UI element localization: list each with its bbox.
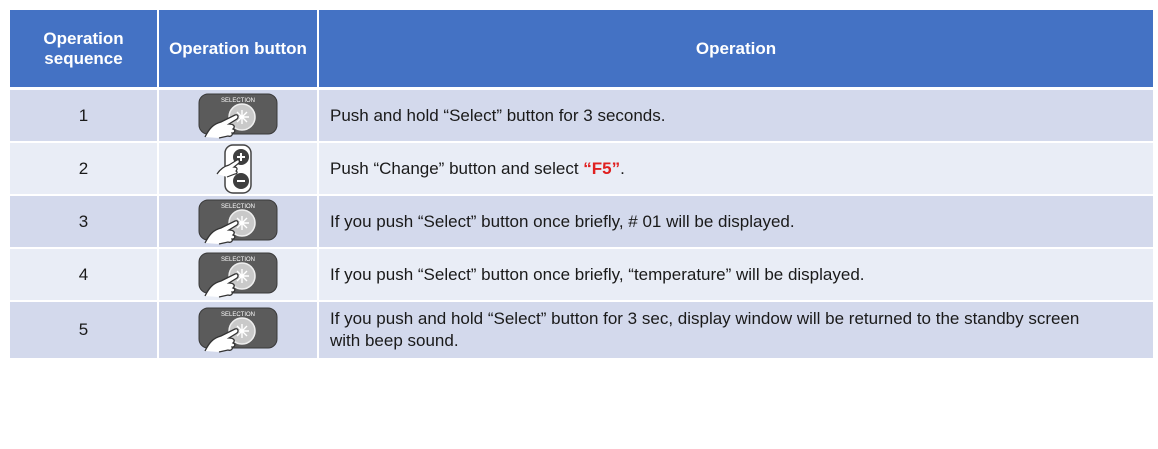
selection-button-icon: SELECTION: [195, 199, 281, 245]
selection-button-icon: SELECTION: [195, 307, 281, 353]
operation-cell: If you push “Select” button once briefly…: [319, 249, 1153, 302]
svg-text:SELECTION: SELECTION: [221, 257, 255, 263]
header-operation-sequence: Operation sequence: [10, 10, 159, 90]
button-cell: SELECTION: [159, 90, 319, 143]
table-row: 2 Push “Change” button and select “F5”.: [10, 143, 1153, 196]
change-plus-minus-button-icon: [215, 143, 261, 194]
table-row: 1 SELECTION Push and hold “Select” butto…: [10, 90, 1153, 143]
sequence-cell: 5: [10, 302, 159, 358]
table-row: 4 SELECTION If you push “Select” button …: [10, 249, 1153, 302]
table-row: 5 SELECTION If you push and hold “Select…: [10, 302, 1153, 358]
sequence-cell: 4: [10, 249, 159, 302]
selection-button-icon: SELECTION: [195, 93, 281, 139]
button-cell: SELECTION: [159, 249, 319, 302]
selection-button-icon: SELECTION: [195, 252, 281, 298]
button-cell: SELECTION: [159, 302, 319, 358]
operation-cell: Push and hold “Select” button for 3 seco…: [319, 90, 1153, 143]
svg-text:SELECTION: SELECTION: [221, 312, 255, 318]
button-cell: [159, 143, 319, 196]
header-operation-button: Operation button: [159, 10, 319, 90]
svg-text:SELECTION: SELECTION: [221, 98, 255, 104]
header-operation: Operation: [319, 10, 1153, 90]
operation-cell: If you push “Select” button once briefly…: [319, 196, 1153, 249]
sequence-cell: 1: [10, 90, 159, 143]
table-row: 3 SELECTION If you push “Select” button …: [10, 196, 1153, 249]
sequence-cell: 2: [10, 143, 159, 196]
operation-table: Operation sequence Operation button Oper…: [10, 10, 1153, 358]
svg-text:SELECTION: SELECTION: [221, 204, 255, 210]
operation-cell: If you push and hold “Select” button for…: [319, 302, 1153, 358]
table-header-row: Operation sequence Operation button Oper…: [10, 10, 1153, 90]
highlighted-value: “F5”: [583, 158, 621, 178]
button-cell: SELECTION: [159, 196, 319, 249]
operation-table-container: Operation sequence Operation button Oper…: [10, 10, 1153, 358]
operation-cell: Push “Change” button and select “F5”.: [319, 143, 1153, 196]
sequence-cell: 3: [10, 196, 159, 249]
